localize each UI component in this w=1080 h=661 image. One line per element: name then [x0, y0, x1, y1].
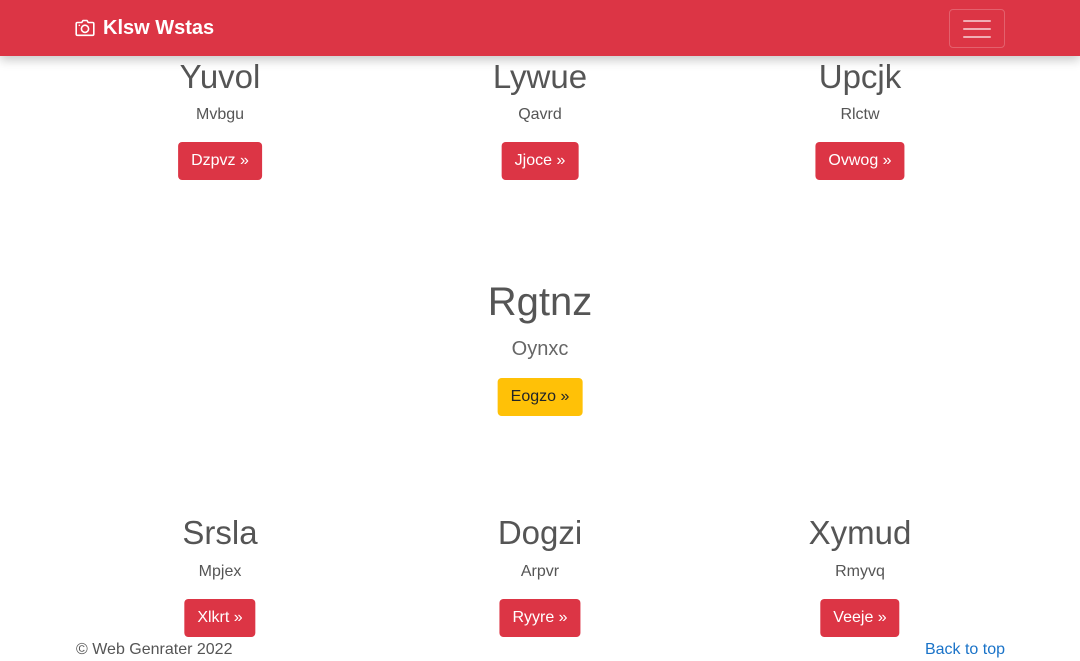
camera-icon [75, 19, 95, 37]
top-card-3-title: Upcjk [818, 58, 902, 95]
bottom-card-2-subtitle: Arpvr [520, 563, 560, 580]
bottom-card-3-subtitle: Rmyvq [835, 563, 885, 580]
bottom-card-3-title: Xymud [808, 514, 912, 551]
bottom-card-1-title: Srsla [182, 514, 258, 551]
top-card-1-title: Yuvol [179, 58, 261, 95]
navbar-toggler-button[interactable] [949, 9, 1005, 48]
bottom-card-1-subtitle: Mpjex [198, 563, 242, 580]
hamburger-menu-icon [963, 19, 991, 38]
featured-title: Rgtnz [487, 280, 593, 324]
top-card-1-button[interactable]: Dzpvz » [178, 142, 262, 180]
top-card-1-subtitle: Mvbgu [195, 106, 245, 123]
featured-button[interactable]: Eogzo » [497, 378, 583, 416]
brand-link[interactable]: Klsw Wstas [75, 14, 214, 42]
bottom-card-3-button[interactable]: Veeje » [820, 599, 900, 637]
brand-name: Klsw Wstas [103, 16, 215, 39]
back-to-top-link[interactable]: Back to top [925, 640, 1005, 660]
top-card-3-subtitle: Rlctw [840, 106, 880, 123]
top-card-2-button[interactable]: Jjoce » [501, 142, 579, 180]
bottom-card-2-button[interactable]: Ryyre » [499, 599, 581, 637]
navbar: Klsw Wstas [0, 0, 1080, 56]
footer-copyright: © Web Genrater 2022 [76, 641, 233, 658]
top-card-2-subtitle: Qavrd [518, 106, 562, 123]
top-card-3-button[interactable]: Ovwog » [815, 142, 905, 180]
bottom-card-2-title: Dogzi [497, 514, 583, 551]
featured-subtitle: Oynxc [511, 338, 569, 360]
top-card-2-title: Lywue [492, 58, 588, 95]
bottom-card-1-button[interactable]: Xlkrt » [184, 599, 256, 637]
